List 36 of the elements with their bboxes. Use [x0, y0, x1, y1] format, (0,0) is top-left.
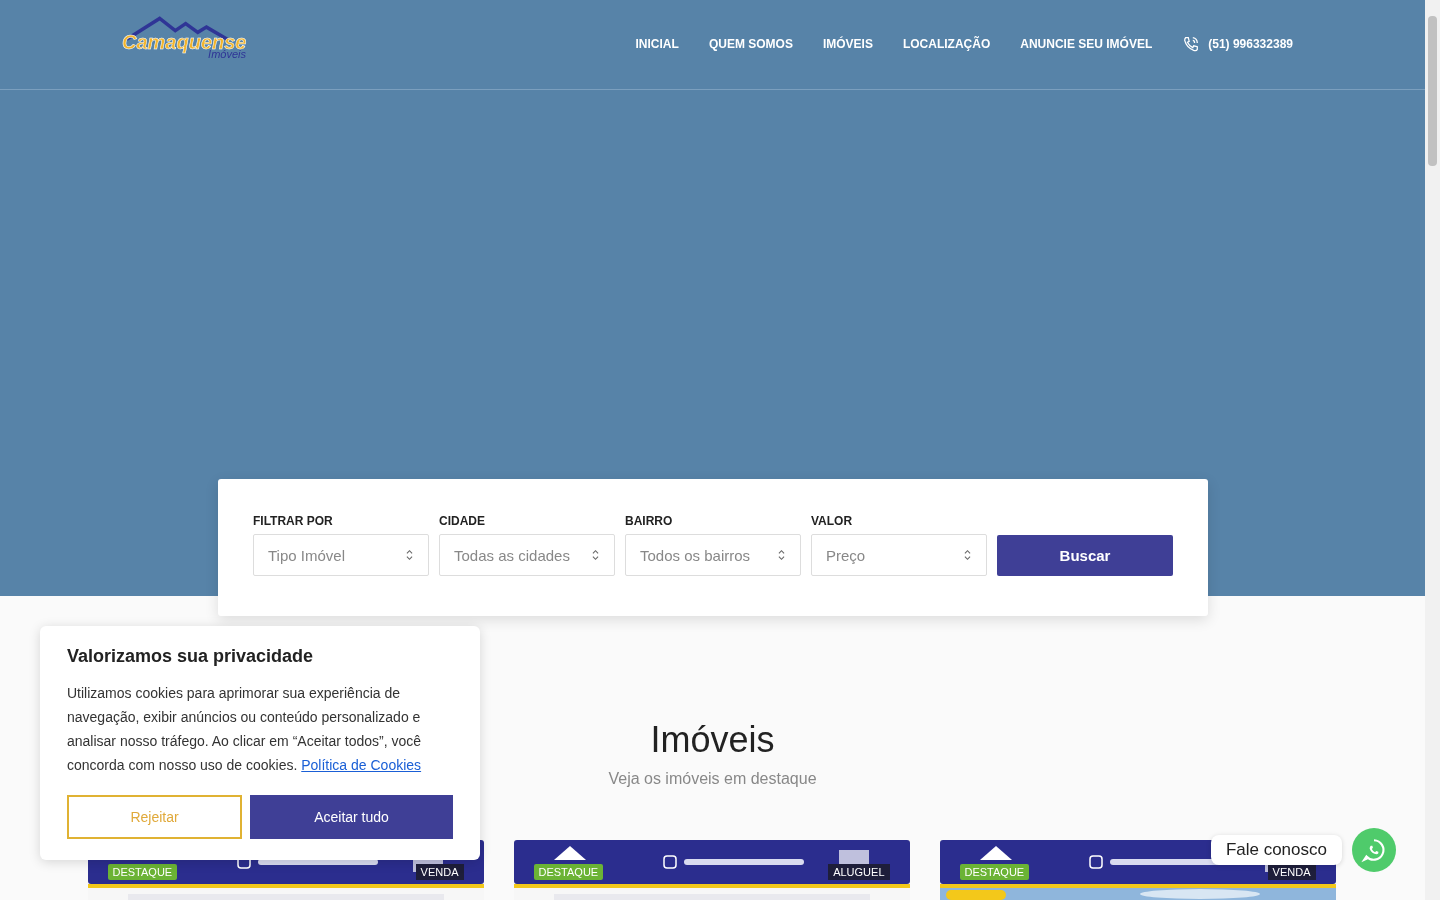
phone-icon: [1182, 35, 1201, 54]
chevron-icon: [591, 549, 600, 561]
filter-label: VALOR: [811, 514, 854, 528]
filter-label: FILTRAR POR: [253, 514, 334, 528]
cookie-title: Valorizamos sua privacidade: [67, 646, 315, 667]
nav-link[interactable]: IMÓVEIS: [822, 37, 873, 52]
featured-badge: DESTAQUE: [959, 864, 1030, 880]
nav-link[interactable]: ANUNCIE SEU IMÓVEL: [1020, 37, 1153, 52]
logo[interactable]: Camaquense Imóveis: [122, 15, 246, 74]
chat-label[interactable]: Fale conosco: [1210, 835, 1342, 865]
filter-label: CIDADE: [439, 514, 486, 528]
chevron-icon: [405, 549, 414, 561]
filter-label: BAIRRO: [625, 514, 674, 528]
select-field[interactable]: Tipo Imóvel: [253, 534, 429, 576]
deal-badge: ALUGUEL: [828, 864, 890, 880]
cookie-text: Utilizamos cookies para aprimorar sua experiência de navegação, exibir anúncios ou conteúdo personalizado e analisar nosso tráfego. Ao clicar em “Aceitar todos”, você concorda com nosso uso de cookies. Política de Cookies: [67, 684, 423, 775]
phone-link[interactable]: (51) 996332389: [1182, 35, 1293, 54]
cookie-policy-link[interactable]: Política de Cookies: [301, 757, 422, 773]
select-field[interactable]: Todas as cidades: [439, 534, 615, 576]
select-field[interactable]: Todos os bairros: [625, 534, 801, 576]
featured-badge: DESTAQUE: [533, 864, 604, 880]
featured-badge: DESTAQUE: [107, 864, 178, 880]
nav-link[interactable]: QUEM SOMOS: [708, 37, 793, 52]
chevron-icon: [777, 549, 786, 561]
nav-link[interactable]: INICIAL: [635, 37, 679, 52]
select-field[interactable]: Preço: [811, 534, 987, 576]
section-subtitle: Veja os imóveis em destaque: [608, 770, 817, 788]
chevron-icon: [963, 549, 972, 561]
scrollbar[interactable]: [1425, 0, 1440, 900]
whatsapp-icon: [1361, 837, 1387, 863]
nav-link[interactable]: LOCALIZAÇÃO: [902, 37, 991, 52]
search-button[interactable]: Buscar: [997, 535, 1173, 576]
reject-button[interactable]: Rejeitar: [67, 795, 242, 839]
section-title: Imóveis: [650, 718, 775, 762]
accept-button[interactable]: Aceitar tudo: [250, 795, 453, 839]
deal-badge: VENDA: [415, 864, 464, 880]
